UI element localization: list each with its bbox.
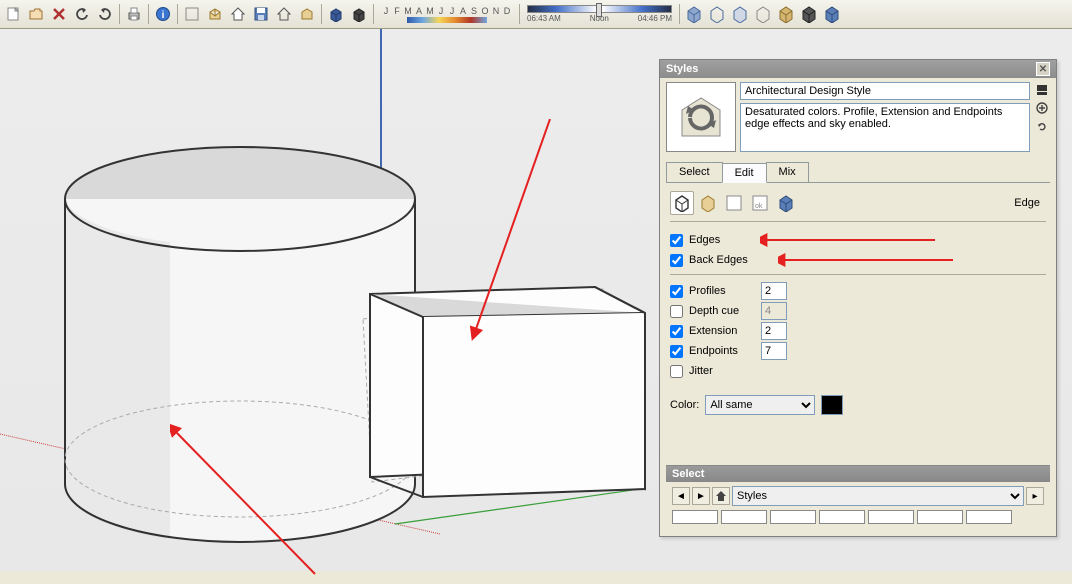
extension-label: Extension: [689, 325, 751, 337]
cube-view4-icon[interactable]: [752, 3, 774, 25]
section-label: Edge: [1014, 197, 1046, 209]
thumb-slot[interactable]: [721, 510, 767, 524]
endpoints-label: Endpoints: [689, 345, 751, 357]
cube-view5-icon[interactable]: [775, 3, 797, 25]
extension-checkbox[interactable]: [670, 325, 683, 338]
color-mode-select[interactable]: All same: [705, 395, 815, 415]
thumb-slot[interactable]: [917, 510, 963, 524]
house-icon[interactable]: [227, 3, 249, 25]
home-box-icon[interactable]: [181, 3, 203, 25]
select-pane: Select ◄ ► Styles ▸: [666, 465, 1050, 530]
profiles-label: Profiles: [689, 285, 751, 297]
cube-dark-icon[interactable]: [348, 3, 370, 25]
back-edges-label: Back Edges: [689, 254, 751, 266]
main-toolbar: i JFMAMJJASOND 06:43 AMNoon04:46 PM: [0, 0, 1072, 29]
watermark-settings-icon[interactable]: ok: [748, 191, 772, 215]
box2-icon[interactable]: [296, 3, 318, 25]
time-selector[interactable]: 06:43 AMNoon04:46 PM: [523, 5, 676, 23]
close-icon[interactable]: ✕: [1036, 62, 1050, 76]
color-swatch[interactable]: [821, 395, 843, 415]
jitter-label: Jitter: [689, 365, 751, 377]
thumb-slot[interactable]: [966, 510, 1012, 524]
cube-view2-icon[interactable]: [706, 3, 728, 25]
update-style-icon[interactable]: [1034, 118, 1050, 134]
style-thumbnail[interactable]: [666, 82, 736, 152]
depthcue-value: [761, 302, 787, 320]
extension-value[interactable]: [761, 322, 787, 340]
depthcue-label: Depth cue: [689, 305, 751, 317]
endpoints-checkbox[interactable]: [670, 345, 683, 358]
edit-tab-content: ok Edge Edges Back Edges: [666, 183, 1050, 419]
cube-view1-icon[interactable]: [683, 3, 705, 25]
redo-icon[interactable]: [94, 3, 116, 25]
edge-settings-icon[interactable]: [670, 191, 694, 215]
tab-select[interactable]: Select: [666, 162, 723, 182]
style-description[interactable]: Desaturated colors. Profile, Extension a…: [740, 103, 1030, 152]
path-select[interactable]: Styles: [732, 486, 1024, 506]
annotation-arrow-backedges: [778, 253, 958, 267]
panel-titlebar[interactable]: Styles ✕: [660, 60, 1056, 78]
styles-panel: Styles ✕ Desaturated colors. Profile, Ex…: [659, 59, 1057, 537]
svg-text:i: i: [162, 10, 165, 21]
color-label: Color:: [670, 399, 699, 411]
thumb-slot[interactable]: [819, 510, 865, 524]
print-icon[interactable]: [123, 3, 145, 25]
select-pane-title: Select: [666, 466, 1050, 482]
thumb-slot[interactable]: [868, 510, 914, 524]
jitter-checkbox[interactable]: [670, 365, 683, 378]
back-edges-checkbox[interactable]: [670, 254, 683, 267]
face-settings-icon[interactable]: [696, 191, 720, 215]
details-icon[interactable]: ▸: [1026, 487, 1044, 505]
nav-forward-icon[interactable]: ►: [692, 487, 710, 505]
nav-home-icon[interactable]: [712, 487, 730, 505]
cube-view7-icon[interactable]: [821, 3, 843, 25]
thumb-slot[interactable]: [770, 510, 816, 524]
month-selector[interactable]: JFMAMJJASOND: [377, 6, 516, 23]
save-icon[interactable]: [250, 3, 272, 25]
annotation-arrow-edges: [760, 233, 940, 247]
svg-text:ok: ok: [755, 203, 763, 210]
nav-back-icon[interactable]: ◄: [672, 487, 690, 505]
profiles-value[interactable]: [761, 282, 787, 300]
create-new-style-icon[interactable]: [1034, 100, 1050, 116]
profiles-checkbox[interactable]: [670, 285, 683, 298]
cube-shade-icon[interactable]: [325, 3, 347, 25]
thumb-slot[interactable]: [672, 510, 718, 524]
display-secondary-icon[interactable]: [1034, 82, 1050, 98]
cube-view6-icon[interactable]: [798, 3, 820, 25]
style-name-input[interactable]: [740, 82, 1030, 100]
tab-edit[interactable]: Edit: [722, 163, 767, 183]
edges-label: Edges: [689, 234, 751, 246]
tab-strip: Select Edit Mix: [666, 162, 1050, 183]
background-settings-icon[interactable]: [722, 191, 746, 215]
panel-title-text: Styles: [666, 63, 698, 75]
delete-icon[interactable]: [48, 3, 70, 25]
open-icon[interactable]: [25, 3, 47, 25]
house2-icon[interactable]: [273, 3, 295, 25]
edges-checkbox[interactable]: [670, 234, 683, 247]
info-icon[interactable]: i: [152, 3, 174, 25]
cube-view3-icon[interactable]: [729, 3, 751, 25]
modeling-settings-icon[interactable]: [774, 191, 798, 215]
undo-icon[interactable]: [71, 3, 93, 25]
box-icon[interactable]: [204, 3, 226, 25]
endpoints-value[interactable]: [761, 342, 787, 360]
tab-mix[interactable]: Mix: [766, 162, 809, 182]
file-icon[interactable]: [2, 3, 24, 25]
depthcue-checkbox[interactable]: [670, 305, 683, 318]
